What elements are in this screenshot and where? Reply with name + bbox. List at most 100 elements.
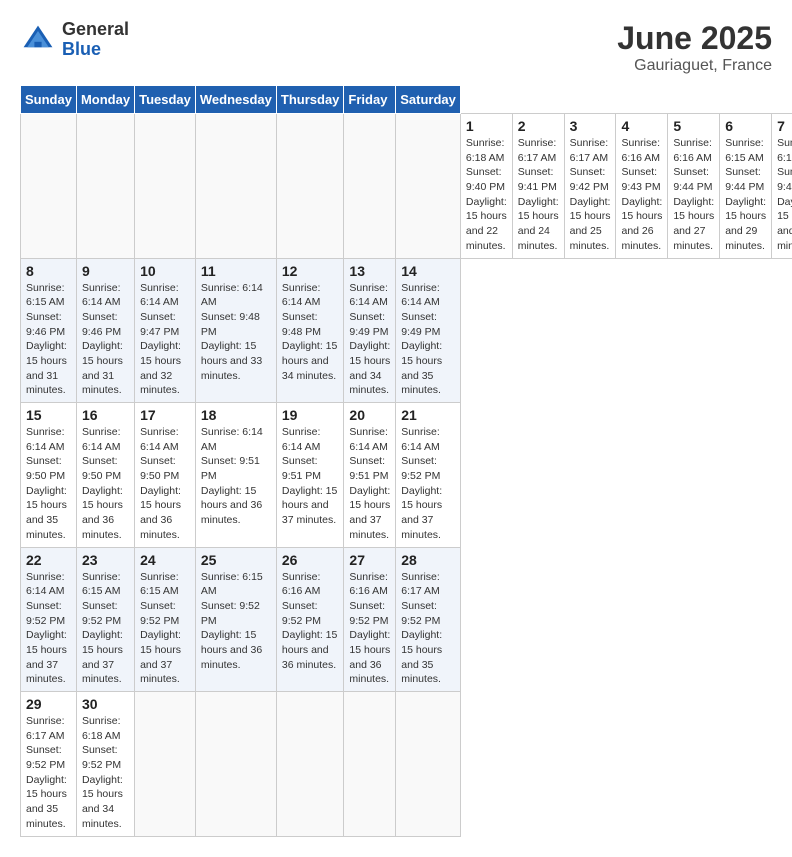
day-info: Sunrise: 6:15 AMSunset: 9:45 PMDaylight:… bbox=[777, 136, 792, 254]
calendar-header-sunday: Sunday bbox=[21, 86, 77, 114]
sunrise-time: Sunrise: 6:16 AM bbox=[621, 137, 660, 164]
daylight-info: Daylight: 15 hours and 22 minutes. bbox=[466, 196, 507, 252]
calendar-cell bbox=[396, 114, 461, 259]
day-number: 23 bbox=[82, 552, 129, 568]
sunset-time: Sunset: 9:47 PM bbox=[140, 311, 179, 338]
calendar-cell: 10Sunrise: 6:14 AMSunset: 9:47 PMDayligh… bbox=[135, 258, 196, 403]
sunset-time: Sunset: 9:44 PM bbox=[725, 166, 764, 193]
calendar-cell: 21Sunrise: 6:14 AMSunset: 9:52 PMDayligh… bbox=[396, 403, 461, 548]
logo-text: General Blue bbox=[62, 20, 129, 60]
daylight-info: Daylight: 15 hours and 36 minutes. bbox=[140, 485, 181, 541]
day-info: Sunrise: 6:14 AMSunset: 9:51 PMDaylight:… bbox=[201, 425, 271, 528]
calendar-cell: 29Sunrise: 6:17 AMSunset: 9:52 PMDayligh… bbox=[21, 692, 77, 837]
day-info: Sunrise: 6:15 AMSunset: 9:52 PMDaylight:… bbox=[82, 570, 129, 688]
day-info: Sunrise: 6:14 AMSunset: 9:48 PMDaylight:… bbox=[282, 281, 339, 384]
calendar-header-friday: Friday bbox=[344, 86, 396, 114]
daylight-info: Daylight: 15 hours and 29 minutes. bbox=[725, 196, 766, 252]
day-number: 1 bbox=[466, 118, 507, 134]
sunset-time: Sunset: 9:52 PM bbox=[82, 600, 121, 627]
daylight-info: Daylight: 15 hours and 35 minutes. bbox=[26, 485, 67, 541]
day-info: Sunrise: 6:14 AMSunset: 9:46 PMDaylight:… bbox=[82, 281, 129, 399]
day-number: 10 bbox=[140, 263, 190, 279]
sunrise-time: Sunrise: 6:18 AM bbox=[466, 137, 505, 164]
daylight-info: Daylight: 15 hours and 36 minutes. bbox=[201, 485, 262, 526]
day-number: 18 bbox=[201, 407, 271, 423]
sunrise-time: Sunrise: 6:14 AM bbox=[82, 282, 121, 309]
calendar-cell: 27Sunrise: 6:16 AMSunset: 9:52 PMDayligh… bbox=[344, 547, 396, 692]
calendar-cell: 9Sunrise: 6:14 AMSunset: 9:46 PMDaylight… bbox=[76, 258, 134, 403]
sunset-time: Sunset: 9:50 PM bbox=[82, 455, 121, 482]
day-number: 16 bbox=[82, 407, 129, 423]
sunrise-time: Sunrise: 6:17 AM bbox=[570, 137, 609, 164]
day-number: 11 bbox=[201, 263, 271, 279]
day-info: Sunrise: 6:15 AMSunset: 9:52 PMDaylight:… bbox=[140, 570, 190, 688]
calendar-cell bbox=[21, 114, 77, 259]
sunset-time: Sunset: 9:52 PM bbox=[401, 600, 440, 627]
day-info: Sunrise: 6:15 AMSunset: 9:44 PM Daylight:… bbox=[725, 136, 766, 254]
sunrise-time: Sunrise: 6:17 AM bbox=[518, 137, 557, 164]
sunrise-time: Sunrise: 6:14 AM bbox=[282, 282, 321, 309]
sunset-time: Sunset: 9:52 PM bbox=[282, 600, 321, 627]
calendar-cell: 28Sunrise: 6:17 AMSunset: 9:52 PMDayligh… bbox=[396, 547, 461, 692]
calendar-cell: 19Sunrise: 6:14 AMSunset: 9:51 PMDayligh… bbox=[276, 403, 344, 548]
sunrise-time: Sunrise: 6:14 AM bbox=[349, 426, 388, 453]
sunrise-time: Sunrise: 6:15 AM bbox=[26, 282, 65, 309]
sunrise-time: Sunrise: 6:14 AM bbox=[401, 282, 440, 309]
day-info: Sunrise: 6:14 AMSunset: 9:51 PMDaylight:… bbox=[349, 425, 390, 543]
sunset-time: Sunset: 9:48 PM bbox=[201, 311, 260, 338]
logo: General Blue bbox=[20, 20, 129, 60]
calendar-week-row: 29Sunrise: 6:17 AMSunset: 9:52 PMDayligh… bbox=[21, 692, 792, 837]
day-info: Sunrise: 6:16 AMSunset: 9:44 PMDaylight:… bbox=[673, 136, 714, 254]
day-info: Sunrise: 6:17 AMSunset: 9:41 PM Daylight:… bbox=[518, 136, 559, 254]
day-info: Sunrise: 6:16 AMSunset: 9:43 PMDaylight:… bbox=[621, 136, 662, 254]
calendar-cell: 11Sunrise: 6:14 AMSunset: 9:48 PMDayligh… bbox=[195, 258, 276, 403]
daylight-info: Daylight: 15 hours and 37 minutes. bbox=[401, 485, 442, 541]
sunrise-time: Sunrise: 6:17 AM bbox=[401, 571, 440, 598]
day-info: Sunrise: 6:17 AMSunset: 9:52 PMDaylight:… bbox=[401, 570, 455, 688]
calendar-header-thursday: Thursday bbox=[276, 86, 344, 114]
sunset-time: Sunset: 9:52 PM bbox=[26, 600, 65, 627]
daylight-info: Daylight: 15 hours and 36 minutes. bbox=[282, 629, 337, 670]
sunset-time: Sunset: 9:46 PM bbox=[26, 311, 65, 338]
sunset-time: Sunset: 9:52 PM bbox=[82, 744, 121, 771]
day-info: Sunrise: 6:14 AMSunset: 9:49 PMDaylight:… bbox=[401, 281, 455, 399]
day-number: 3 bbox=[570, 118, 611, 134]
calendar-cell: 25Sunrise: 6:15 AMSunset: 9:52 PMDayligh… bbox=[195, 547, 276, 692]
calendar-cell bbox=[276, 692, 344, 837]
sunrise-time: Sunrise: 6:15 AM bbox=[725, 137, 764, 164]
day-number: 24 bbox=[140, 552, 190, 568]
calendar-cell: 26Sunrise: 6:16 AMSunset: 9:52 PMDayligh… bbox=[276, 547, 344, 692]
calendar-cell: 1Sunrise: 6:18 AMSunset: 9:40 PMDaylight… bbox=[460, 114, 512, 259]
sunset-time: Sunset: 9:52 PM bbox=[140, 600, 179, 627]
sunset-time: Sunset: 9:44 PM bbox=[673, 166, 712, 193]
daylight-info: Daylight: 15 hours and 24 minutes. bbox=[518, 196, 559, 252]
calendar-cell: 24 Sunrise: 6:15 AMSunset: 9:52 PMDayligh… bbox=[135, 547, 196, 692]
calendar-week-row: 8Sunrise: 6:15 AMSunset: 9:46 PMDaylight… bbox=[21, 258, 792, 403]
calendar-cell: 13Sunrise: 6:14 AMSunset: 9:49 PMDayligh… bbox=[344, 258, 396, 403]
sunrise-time: Sunrise: 6:14 AM bbox=[282, 426, 321, 453]
calendar-cell bbox=[344, 692, 396, 837]
calendar-cell bbox=[135, 692, 196, 837]
day-number: 5 bbox=[673, 118, 714, 134]
sunrise-time: Sunrise: 6:14 AM bbox=[26, 426, 65, 453]
sunset-time: Sunset: 9:51 PM bbox=[282, 455, 321, 482]
calendar-cell: 2Sunrise: 6:17 AMSunset: 9:41 PMDaylight… bbox=[512, 114, 564, 259]
calendar-cell bbox=[276, 114, 344, 259]
calendar-week-row: 22Sunrise: 6:14 AMSunset: 9:52 PMDayligh… bbox=[21, 547, 792, 692]
logo-icon bbox=[20, 22, 56, 58]
sunrise-time: Sunrise: 6:14 AM bbox=[140, 282, 179, 309]
sunset-time: Sunset: 9:41 PM bbox=[518, 166, 557, 193]
sunrise-time: Sunrise: 6:14 AM bbox=[201, 282, 263, 309]
day-number: 30 bbox=[82, 696, 129, 712]
sunrise-time: Sunrise: 6:14 AM bbox=[82, 426, 121, 453]
calendar-header-saturday: Saturday bbox=[396, 86, 461, 114]
calendar-cell: 6Sunrise: 6:15 AMSunset: 9:44 PMDaylight… bbox=[720, 114, 772, 259]
calendar-cell: 23 Sunrise: 6:15 AMSunset: 9:52 PMDayligh… bbox=[76, 547, 134, 692]
sunrise-time: Sunrise: 6:15 AM bbox=[82, 571, 121, 598]
calendar-cell: 14Sunrise: 6:14 AMSunset: 9:49 PMDayligh… bbox=[396, 258, 461, 403]
calendar-header-tuesday: Tuesday bbox=[135, 86, 196, 114]
sunset-time: Sunset: 9:51 PM bbox=[201, 455, 260, 482]
daylight-info: Daylight: 15 hours and 37 minutes. bbox=[140, 629, 181, 685]
day-info: Sunrise: 6:14 AMSunset: 9:50 PMDaylight:… bbox=[140, 425, 190, 543]
calendar-header-row: SundayMondayTuesdayWednesdayThursdayFrid… bbox=[21, 86, 792, 114]
